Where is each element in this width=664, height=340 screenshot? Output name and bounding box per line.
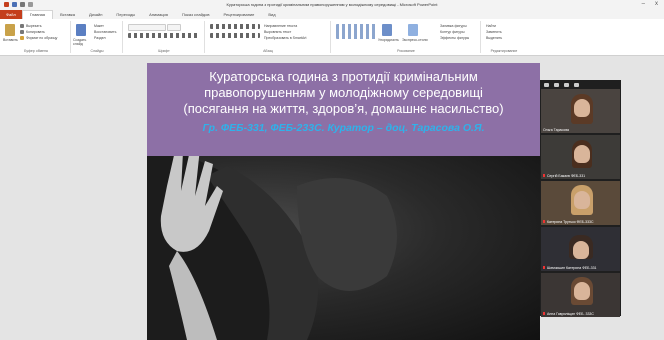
- shape-fill-button[interactable]: Заливка фигуры: [440, 24, 467, 28]
- align-icons[interactable]: [210, 33, 260, 38]
- tab-animations[interactable]: Анимация: [142, 10, 175, 19]
- group-label-drawing: Рисование: [397, 49, 415, 53]
- group-label-editing: Редактирование: [490, 49, 518, 53]
- slide-curator-line: Гр. ФЕБ-331, ФЕБ-233С. Куратор – доц. Та…: [202, 122, 485, 134]
- align-text-button[interactable]: Выровнять текст: [264, 30, 291, 34]
- participant-name: Сергій Бакаєв ФЕБ-331: [547, 174, 586, 178]
- paste-button[interactable]: Вставить: [3, 38, 18, 42]
- participant-tile[interactable]: Ольга Тарасова: [541, 89, 620, 133]
- muted-mic-icon: [543, 312, 545, 315]
- reset-button[interactable]: Восстановить: [94, 30, 116, 34]
- speaker-view-icon[interactable]: [564, 82, 569, 87]
- slide-title-line-2: правопорушенням у молодіжному середовищі: [204, 85, 483, 100]
- font-name-select[interactable]: [128, 24, 166, 31]
- quick-styles-icon[interactable]: [408, 24, 418, 36]
- group-editing: Найти Заменить Выделить Редактирование: [482, 21, 526, 53]
- tab-home[interactable]: Главная: [21, 10, 54, 19]
- arrange-icon[interactable]: [382, 24, 392, 36]
- quick-styles-button[interactable]: Экспресс-стили: [402, 38, 428, 42]
- slide-title-line-3: (посягання на життя, здоров’я, домашнє н…: [183, 101, 504, 116]
- arrange-button[interactable]: Упорядочить: [378, 38, 399, 42]
- group-paragraph: Направление текста Выровнять текст Преоб…: [206, 21, 331, 53]
- window-controls: – x: [642, 1, 658, 7]
- new-slide-button[interactable]: Создать слайд: [73, 38, 89, 46]
- ribbon-tabs: Файл Главная Вставка Дизайн Переходы Ани…: [0, 10, 664, 19]
- participant-tile[interactable]: Анна Гавриліщин ФЕБ- 333С: [541, 273, 620, 317]
- group-label-slides: Слайды: [90, 49, 104, 53]
- cut-icon[interactable]: [20, 24, 24, 28]
- tab-slideshow[interactable]: Показ слайдов: [175, 10, 217, 19]
- font-format-icons[interactable]: [128, 33, 198, 38]
- group-label-font: Шрифт: [158, 49, 170, 53]
- copy-button[interactable]: Копировать: [26, 30, 45, 34]
- tab-insert[interactable]: Вставка: [53, 10, 82, 19]
- participant-tile[interactable]: Катерина Трутько ФЕБ-333С: [541, 181, 620, 225]
- tab-transitions[interactable]: Переходы: [109, 10, 142, 19]
- group-slides: Создать слайд Макет Восстановить Раздел …: [72, 21, 123, 53]
- title-bar: Кураторська година з протидії кримінальн…: [0, 0, 664, 10]
- tab-design[interactable]: Дизайн: [82, 10, 109, 19]
- shape-outline-button[interactable]: Контур фигуры: [440, 30, 464, 34]
- shapes-gallery[interactable]: [336, 24, 376, 39]
- layout-button[interactable]: Макет: [94, 24, 104, 28]
- muted-mic-icon: [543, 220, 545, 223]
- video-call-panel: Ольга Тарасова Сергій Бакаєв ФЕБ-331 Кат…: [540, 80, 621, 317]
- shape-effects-button[interactable]: Эффекты фигуры: [440, 36, 469, 40]
- participant-tile[interactable]: Шимчишин Катерина ФЕБ-331: [541, 227, 620, 271]
- cut-button[interactable]: Вырезать: [26, 24, 42, 28]
- participant-face: [574, 99, 590, 117]
- tab-file[interactable]: Файл: [0, 10, 22, 19]
- minimize-button[interactable]: –: [642, 1, 645, 7]
- participant-face: [574, 282, 590, 300]
- section-button[interactable]: Раздел: [94, 36, 106, 40]
- format-painter-icon[interactable]: [20, 36, 24, 40]
- participant-tile[interactable]: Сергій Бакаєв ФЕБ-331: [541, 135, 620, 179]
- participant-face: [574, 191, 590, 209]
- participant-name: Шимчишин Катерина ФЕБ-331: [547, 266, 597, 270]
- font-size-select[interactable]: [167, 24, 181, 31]
- text-direction-button[interactable]: Направление текста: [264, 24, 297, 28]
- slide-photo: [147, 146, 540, 340]
- gallery-view-icon[interactable]: [554, 82, 559, 87]
- find-button[interactable]: Найти: [486, 24, 496, 28]
- copy-icon[interactable]: [20, 30, 24, 34]
- stop-hand-image: [147, 146, 397, 340]
- new-slide-icon[interactable]: [76, 24, 86, 36]
- slide-header: Кураторська година з протидії кримінальн…: [147, 63, 540, 156]
- slide-canvas[interactable]: Кураторська година з протидії кримінальн…: [147, 63, 540, 340]
- participant-name: Анна Гавриліщин ФЕБ- 333С: [547, 312, 594, 316]
- list-icons[interactable]: [210, 24, 260, 29]
- smartart-button[interactable]: Преобразовать в SmartArt: [264, 36, 306, 40]
- format-painter-button[interactable]: Формат по образцу: [26, 36, 57, 40]
- slide-title-line-1: Кураторська година з протидії кримінальн…: [209, 69, 478, 84]
- window-title: Кураторська година з протидії кримінальн…: [226, 2, 438, 7]
- participant-name: Катерина Трутько ФЕБ-333С: [547, 220, 594, 224]
- video-panel-toolbar: [540, 80, 625, 89]
- participant-face: [573, 241, 589, 259]
- participant-name: Ольга Тарасова: [543, 128, 569, 132]
- panel-menu-icon[interactable]: [574, 82, 579, 87]
- muted-mic-icon: [543, 174, 545, 177]
- paste-icon[interactable]: [5, 24, 15, 36]
- minimize-panel-icon[interactable]: [544, 82, 549, 87]
- tab-view[interactable]: Вид: [261, 10, 282, 19]
- group-clipboard: Вставить Вырезать Копировать Формат по о…: [2, 21, 71, 53]
- group-label-paragraph: Абзац: [263, 49, 273, 53]
- close-button[interactable]: x: [655, 1, 658, 7]
- ribbon: Вставить Вырезать Копировать Формат по о…: [0, 19, 664, 56]
- muted-mic-icon: [543, 266, 545, 269]
- group-drawing: Упорядочить Экспресс-стили Заливка фигур…: [332, 21, 481, 53]
- group-label-clipboard: Буфер обмена: [24, 49, 48, 53]
- replace-button[interactable]: Заменить: [486, 30, 502, 34]
- select-button[interactable]: Выделить: [486, 36, 502, 40]
- participant-face: [574, 145, 590, 163]
- tab-review[interactable]: Рецензирование: [217, 10, 262, 19]
- group-font: Шрифт: [124, 21, 205, 53]
